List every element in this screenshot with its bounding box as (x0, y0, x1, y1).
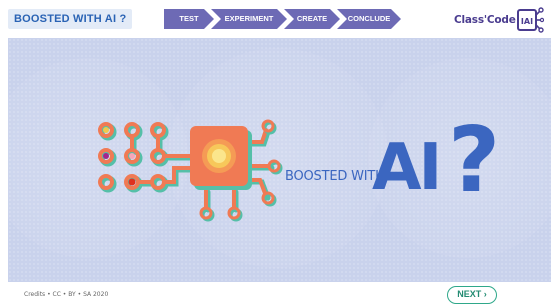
step-test[interactable]: TEST (164, 9, 214, 29)
step-create[interactable]: CREATE (284, 9, 340, 29)
classcode-logo[interactable]: Class'Code IAI (454, 6, 546, 34)
question-mark: ? (448, 108, 501, 213)
circuit-logo-icon: IAI (517, 7, 544, 33)
credits-text: Credits • CC • BY • SA 2020 (24, 291, 109, 298)
step-experiment[interactable]: EXPERIMENT (211, 9, 287, 29)
ai-heading: AI (372, 131, 442, 205)
logo-text: Class'Code (454, 14, 516, 26)
boosted-caption: BOOSTED WITH (285, 169, 385, 184)
slide-stage: BOOSTED WITH AI ? (8, 38, 551, 282)
top-bar: BOOSTED WITH AI ? TEST EXPERIMENT CREATE… (0, 0, 551, 38)
circuit-chip-icon (98, 119, 283, 222)
step-conclude[interactable]: CONCLUDE (337, 9, 401, 29)
next-button[interactable]: NEXT › (447, 286, 497, 304)
logo-badge: IAI (521, 17, 533, 26)
app-title: BOOSTED WITH AI ? (8, 9, 133, 29)
